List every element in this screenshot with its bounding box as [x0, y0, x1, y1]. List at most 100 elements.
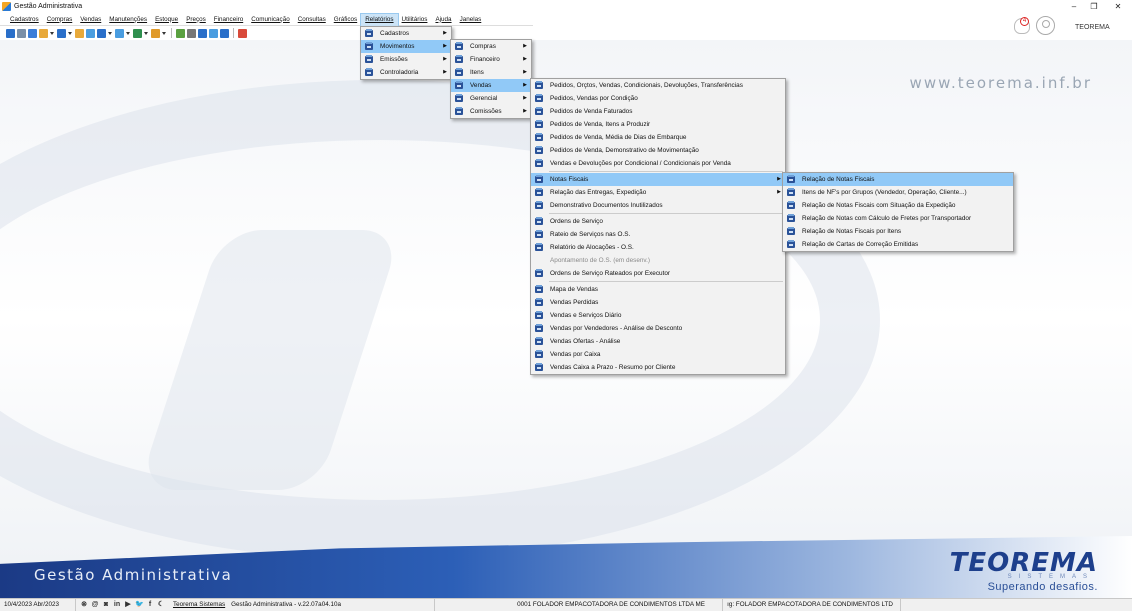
menu-item-relacao-de-notas-fiscais-por-itens[interactable]: Relação de Notas Fiscais por Itens: [783, 225, 1013, 238]
menu-relatorios[interactable]: Relatórios: [360, 12, 399, 27]
toolbar-dropdown-arrow[interactable]: [162, 29, 167, 38]
menu-item-movimentos[interactable]: Movimentos ▶: [361, 40, 451, 53]
toolbar-button-icon[interactable]: [209, 28, 218, 38]
menu-item-demonstrativo-documentos-inutilizados[interactable]: Demonstrativo Documentos Inutilizados: [531, 199, 785, 212]
menu-item-relatorio-de-alocacoes-o-s[interactable]: Relatório de Alocações - O.S.: [531, 241, 785, 254]
menu-item-pedidos-orctos-vendas-condicionais-devolucoes-transferencias[interactable]: Pedidos, Orçtos, Vendas, Condicionais, D…: [531, 79, 785, 92]
title-bar: Gestão Administrativa – ❐ ✕: [0, 0, 1132, 12]
toolbar-button-icon[interactable]: [115, 28, 124, 38]
menu-item-ordens-de-servico-rateados-por-executor[interactable]: Ordens de Serviço Rateados por Executor: [531, 267, 785, 280]
menu-item-itens-de-nf-s-por-grupos-vendedor-operacao-cliente[interactable]: Itens de NF's por Grupos (Vendedor, Oper…: [783, 186, 1013, 199]
menu-item-pedidos-vendas-por-condicao[interactable]: Pedidos, Vendas por Condição: [531, 92, 785, 105]
menu-item-comissoes[interactable]: Comissões ▶: [451, 105, 531, 118]
menu-graficos[interactable]: Gráficos: [330, 14, 361, 26]
menu-item-relacao-de-notas-com-calculo-de-fretes-por-transportador[interactable]: Relação de Notas com Cálculo de Fretes p…: [783, 212, 1013, 225]
menu-item-ordens-de-servico[interactable]: Ordens de Serviço: [531, 215, 785, 228]
menu-estoque[interactable]: Estoque: [151, 14, 182, 26]
social-icon[interactable]: f: [146, 601, 154, 609]
social-icon[interactable]: ☾: [157, 601, 165, 609]
toolbar-button-icon[interactable]: [17, 28, 26, 38]
toolbar-dropdown-arrow[interactable]: [68, 29, 73, 38]
window-title: Gestão Administrativa: [14, 2, 83, 10]
report-icon: [535, 298, 543, 306]
social-icon[interactable]: @: [91, 601, 99, 609]
menu-utilitarios[interactable]: Utilitários: [398, 14, 432, 26]
toolbar-button-icon[interactable]: [39, 28, 48, 38]
status-bar: 10/4/2023 Abr/2023 ⊗ @ ◙ in ▶ 🐦 f ☾ Teorema Sis…: [0, 598, 1132, 611]
menu-compras[interactable]: Compras: [43, 14, 77, 26]
toolbar-button-icon[interactable]: [198, 28, 207, 38]
menu-vendas[interactable]: Vendas: [76, 14, 105, 26]
menu-manutencoes[interactable]: Manutenções: [105, 14, 151, 26]
menu-item-compras[interactable]: Compras ▶: [451, 40, 531, 53]
toolbar-button-icon[interactable]: [187, 28, 196, 38]
menu-precos[interactable]: Preços: [182, 14, 210, 26]
toolbar-button-icon[interactable]: [86, 28, 95, 38]
toolbar-button-icon[interactable]: [57, 28, 66, 38]
restore-button[interactable]: ❐: [1084, 0, 1104, 12]
toolbar-dropdown-arrow[interactable]: [50, 29, 55, 38]
menu-item-vendas-e-devolucoes-por-condicional-condicionais-por-venda[interactable]: Vendas e Devoluções por Condicional / Co…: [531, 157, 785, 170]
menu-item-vendas-por-caixa[interactable]: Vendas por Caixa: [531, 348, 785, 361]
toolbar-button-icon[interactable]: [238, 28, 247, 38]
menu-item-financeiro[interactable]: Financeiro ▶: [451, 53, 531, 66]
toolbar-button-icon[interactable]: [220, 28, 229, 38]
menu-item-label: Comissões: [470, 108, 502, 115]
menu-item-relacao-de-cartas-de-correcao-emitidas[interactable]: Relação de Cartas de Correção Emitidas: [783, 238, 1013, 251]
menu-janelas[interactable]: Janelas: [456, 14, 486, 26]
toolbar-dropdown-arrow[interactable]: [144, 29, 149, 38]
menu-item-rateio-de-servicos-nas-o-s[interactable]: Rateio de Serviços nas O.S.: [531, 228, 785, 241]
menu-item-label: Notas Fiscais: [550, 176, 589, 183]
toolbar-button-icon[interactable]: [28, 28, 37, 38]
menu-financeiro[interactable]: Financeiro: [210, 14, 247, 26]
menu-item-vendas-por-vendedores-analise-de-desconto[interactable]: Vendas por Vendedores - Análise de Desco…: [531, 322, 785, 335]
menu-consultas[interactable]: Consultas: [294, 14, 330, 26]
toolbar-button-icon[interactable]: [6, 28, 15, 38]
social-icons: ⊗ @ ◙ in ▶ 🐦 f ☾: [76, 601, 169, 609]
menu-item-notas-fiscais[interactable]: Notas Fiscais ▶: [531, 173, 785, 186]
menu-separator: [549, 171, 783, 172]
social-icon[interactable]: in: [113, 601, 121, 609]
toolbar-button-icon[interactable]: [151, 28, 160, 38]
menu-item-vendas[interactable]: Vendas ▶: [451, 79, 531, 92]
social-icon[interactable]: 🐦: [135, 601, 144, 609]
report-icon: [365, 29, 373, 37]
menu-cadastros[interactable]: Cadastros: [6, 14, 43, 26]
menu-item-pedidos-de-venda-faturados[interactable]: Pedidos de Venda Faturados: [531, 105, 785, 118]
toolbar-dropdown-arrow[interactable]: [108, 29, 113, 38]
menu-item-gerencial[interactable]: Gerencial ▶: [451, 92, 531, 105]
toolbar-dropdown-arrow[interactable]: [126, 29, 131, 38]
user-icon[interactable]: [1036, 16, 1055, 35]
menu-item-mapa-de-vendas[interactable]: Mapa de Vendas: [531, 283, 785, 296]
menu-comunicacao[interactable]: Comunicação: [247, 14, 294, 26]
menu-item-pedidos-de-venda-itens-a-produzir[interactable]: Pedidos de Venda, Itens a Produzir: [531, 118, 785, 131]
menu-item-itens[interactable]: Itens ▶: [451, 66, 531, 79]
toolbar-button-icon[interactable]: [75, 28, 84, 38]
menu-item-vendas-perdidas[interactable]: Vendas Perdidas: [531, 296, 785, 309]
menu-item-relacao-de-notas-fiscais[interactable]: Relação de Notas Fiscais: [783, 173, 1013, 186]
menu-item-pedidos-de-venda-media-de-dias-de-embarque[interactable]: Pedidos de Venda, Média de Dias de Embar…: [531, 131, 785, 144]
menu-item-relacao-de-notas-fiscais-com-situacao-da-expedicao[interactable]: Relação de Notas Fiscais com Situação da…: [783, 199, 1013, 212]
menu-item-vendas-ofertas-analise[interactable]: Vendas Ofertas - Análise: [531, 335, 785, 348]
minimize-button[interactable]: –: [1064, 0, 1084, 12]
report-icon: [535, 120, 543, 128]
menu-item-vendas-e-servicos-diario[interactable]: Vendas e Serviços Diário: [531, 309, 785, 322]
toolbar-button-icon[interactable]: [97, 28, 106, 38]
menu-item-vendas-caixa-a-prazo-resumo-por-cliente[interactable]: Vendas Caixa a Prazo - Resumo por Client…: [531, 361, 785, 374]
menu-item-label: Pedidos de Venda, Demonstrativo de Movim…: [550, 147, 699, 154]
social-icon[interactable]: ▶: [124, 601, 132, 609]
teorema-link[interactable]: Teorema Sistemas: [169, 599, 227, 611]
menu-item-emissoes[interactable]: Emissões ▶: [361, 53, 451, 66]
social-icon[interactable]: ◙: [102, 601, 110, 609]
menu-item-cadastros[interactable]: Cadastros ▶: [361, 27, 451, 40]
menu-ajuda[interactable]: Ajuda: [431, 14, 455, 26]
toolbar-button-icon[interactable]: [133, 28, 142, 38]
menu-item-pedidos-de-venda-demonstrativo-de-movimentacao[interactable]: Pedidos de Venda, Demonstrativo de Movim…: [531, 144, 785, 157]
close-button[interactable]: ✕: [1108, 0, 1128, 12]
social-icon[interactable]: ⊗: [80, 601, 88, 609]
toolbar-button-icon[interactable]: [176, 28, 185, 38]
menu-item-relacao-das-entregas-expedicao[interactable]: Relação das Entregas, Expedição ▶: [531, 186, 785, 199]
menu-item-controladoria[interactable]: Controladoria ▶: [361, 66, 451, 79]
toolbar-separator: [233, 28, 234, 38]
menu-item-label: Pedidos, Vendas por Condição: [550, 95, 638, 102]
